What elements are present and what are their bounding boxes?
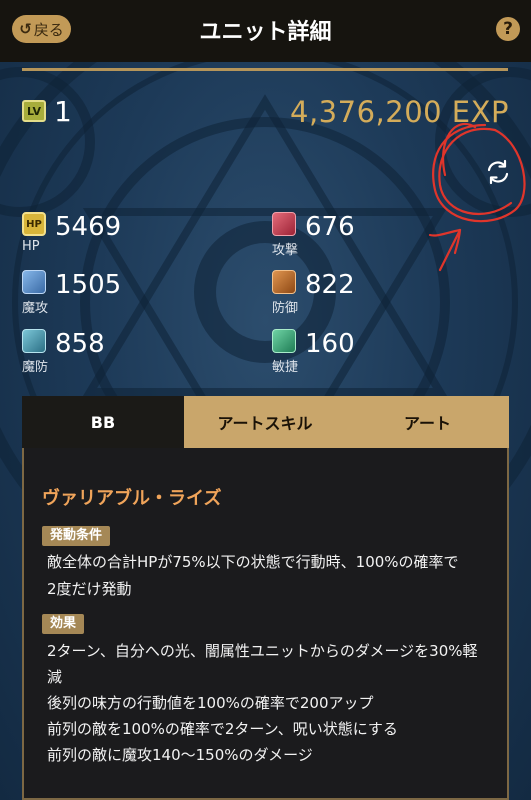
- level-value: 1: [54, 95, 72, 128]
- effect-line: 後列の味方の行動値を100%の確率で200アップ: [47, 694, 374, 712]
- stat-magic-defense: 858 魔防: [22, 329, 222, 379]
- header-bar: ↺ 戻る ユニット詳細 ?: [0, 0, 531, 62]
- stat-hp-label: HP: [22, 239, 40, 254]
- sword-icon: [272, 212, 296, 236]
- stat-agility-value: 160: [305, 329, 355, 359]
- stat-defense: 822 防御: [272, 270, 472, 320]
- wing-icon: [272, 329, 296, 353]
- effect-tag: 効果: [42, 614, 85, 634]
- stat-defense-label: 防御: [272, 301, 299, 316]
- help-button[interactable]: ?: [496, 17, 520, 41]
- effect-line: 前列の敵に魔攻140～150%のダメージ: [47, 746, 313, 764]
- tab-bb[interactable]: BB: [22, 396, 184, 448]
- stat-attack: 676 攻撃: [272, 212, 472, 262]
- effect-line: 減: [47, 668, 63, 686]
- condition-line: 敵全体の合計HPが75%以下の状態で行動時、100%の確率で: [47, 553, 459, 571]
- stat-magic-attack: 1505 魔攻: [22, 270, 222, 320]
- magic-shield-icon: [22, 329, 46, 353]
- stat-attack-label: 攻撃: [272, 243, 299, 258]
- stat-hp-value: 5469: [55, 212, 122, 242]
- stat-hp: HP 5469 HP: [22, 212, 222, 262]
- stat-magic-defense-value: 858: [55, 329, 105, 359]
- stat-attack-value: 676: [305, 212, 355, 242]
- stat-magic-attack-value: 1505: [55, 270, 122, 300]
- condition-tag: 発動条件: [42, 526, 111, 546]
- shield-icon: [272, 270, 296, 294]
- wand-icon: [22, 270, 46, 294]
- stat-defense-value: 822: [305, 270, 355, 300]
- effect-line: 前列の敵を100%の確率で2ターン、呪い状態にする: [47, 720, 398, 738]
- stat-agility-label: 敏捷: [272, 360, 299, 375]
- header-divider: [22, 68, 508, 71]
- skill-tabs: BB アートスキル アート: [22, 396, 509, 448]
- level-icon: LV: [22, 100, 46, 122]
- skill-name: ヴァリアブル・ライズ: [42, 488, 222, 509]
- tab-art[interactable]: アート: [346, 396, 509, 448]
- page-title: ユニット詳細: [199, 20, 332, 45]
- tab-art-skill[interactable]: アートスキル: [184, 396, 346, 448]
- condition-line: 2度だけ発動: [47, 580, 132, 598]
- stat-magic-defense-label: 魔防: [22, 360, 49, 375]
- stat-agility: 160 敏捷: [272, 329, 472, 379]
- stat-magic-attack-label: 魔攻: [22, 301, 49, 316]
- effect-line: 2ターン、自分への光、闇属性ユニットからのダメージを30%軽: [47, 642, 478, 660]
- hp-icon: HP: [22, 212, 46, 236]
